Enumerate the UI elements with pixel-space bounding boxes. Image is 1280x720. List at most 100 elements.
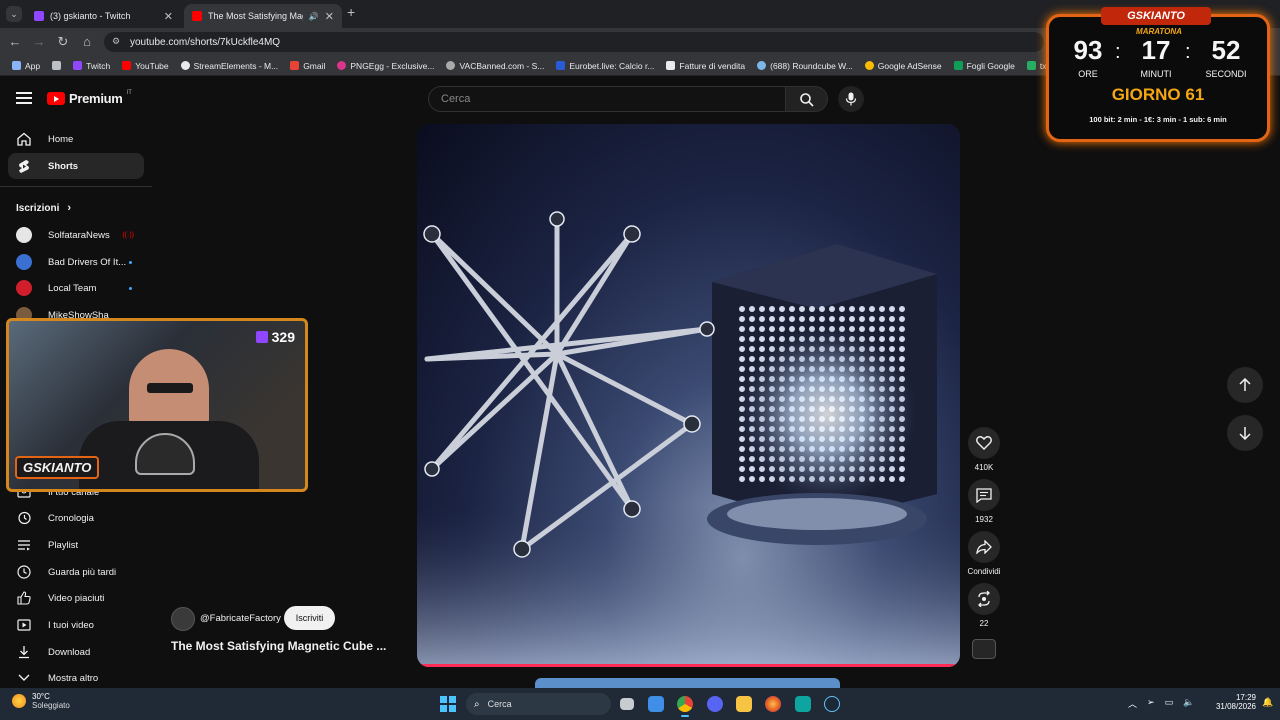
address-bar[interactable]: ⚙ youtube.com/shorts/7kUckfle4MQ <box>104 32 1044 52</box>
menu-icon[interactable] <box>16 92 32 104</box>
youtube-favicon-icon <box>192 11 202 21</box>
taskbar-search[interactable]: ⌕ Cerca <box>466 693 611 715</box>
heart-icon <box>976 436 992 450</box>
sun-icon <box>12 694 26 708</box>
like-button[interactable] <box>968 427 1000 459</box>
microsoft-store-icon[interactable] <box>648 696 664 712</box>
site-info-icon[interactable]: ⚙ <box>112 36 120 47</box>
sheets-icon <box>953 61 963 70</box>
start-button[interactable] <box>440 696 456 712</box>
sidebar-item-shorts[interactable]: Shorts <box>8 153 144 179</box>
sidebar-item-label: Mostra altro <box>48 672 99 684</box>
app-icon[interactable] <box>795 696 811 712</box>
steam-icon[interactable] <box>824 696 840 712</box>
system-tray[interactable]: ︿ ➢ ▭ 🔈 <box>1128 697 1194 710</box>
task-view-icon[interactable] <box>620 698 634 710</box>
location-icon[interactable]: ➢ <box>1147 697 1155 710</box>
firefox-icon[interactable] <box>765 696 781 712</box>
search-input[interactable]: Cerca <box>428 86 786 112</box>
discord-icon[interactable] <box>707 696 723 712</box>
chevron-down-icon: ⌄ <box>10 9 18 19</box>
sidebar-item-liked-videos[interactable]: Video piaciuti <box>8 585 144 611</box>
bookmark-gmail[interactable]: Gmail <box>286 61 329 71</box>
sidebar-item-history[interactable]: Cronologia <box>8 505 144 531</box>
new-tab-button[interactable]: + <box>347 4 355 20</box>
share-button[interactable] <box>968 531 1000 563</box>
subscription-item[interactable]: Bad Drivers Of It... <box>8 251 144 273</box>
video-progress-bar[interactable] <box>422 664 955 667</box>
invoice-icon <box>666 61 676 70</box>
comments-button[interactable] <box>968 479 1000 511</box>
bookmark-twitch[interactable]: Twitch <box>69 61 114 71</box>
close-icon[interactable]: ✕ <box>164 10 173 23</box>
channel-avatar <box>16 254 32 270</box>
bookmark-eurobet[interactable]: Eurobet.live: Calcio r... <box>552 61 658 71</box>
network-icon[interactable]: ▭ <box>1165 697 1174 710</box>
channel-avatar <box>16 280 32 296</box>
your-videos-icon <box>16 617 32 633</box>
weather-widget[interactable]: 30°C Soleggiato <box>12 692 70 710</box>
sidebar-item-label: Home <box>48 133 74 145</box>
history-icon <box>16 510 32 526</box>
twitch-favicon-icon <box>34 11 44 21</box>
back-button[interactable]: ← <box>7 34 23 50</box>
bookmark-grid[interactable] <box>48 61 65 70</box>
bookmark-vacbanned[interactable]: VACBanned.com - S... <box>442 61 548 71</box>
taskbar-active-indicator <box>681 715 689 717</box>
notification-bell-icon[interactable]: 🔔 <box>1262 697 1273 708</box>
browser-tab-youtube[interactable]: The Most Satisfying Magne 🔊 ✕ <box>184 4 342 28</box>
subscribe-button[interactable]: Iscriviti <box>284 606 335 630</box>
reload-button[interactable]: ↻ <box>55 34 71 50</box>
playlist-icon <box>16 537 32 553</box>
chevron-up-icon[interactable]: ︿ <box>1128 697 1137 710</box>
video-frame <box>417 211 960 667</box>
bookmark-fatture[interactable]: Fatture di vendita <box>662 61 749 71</box>
short-title[interactable]: The Most Satisfying Magnetic Cube ... <box>171 639 386 653</box>
channel-avatar[interactable] <box>171 607 195 631</box>
bookmark-roundcube[interactable]: (688) Roundcube W... <box>753 61 857 71</box>
browser-tab-twitch[interactable]: (3) gskianto - Twitch ✕ <box>26 4 181 28</box>
bookmark-youtube[interactable]: YouTube <box>118 61 172 71</box>
subscription-item[interactable]: SolfataraNews ((·)) <box>8 224 144 246</box>
forward-button[interactable]: → <box>31 34 47 50</box>
timer-seconds: 52 <box>1211 35 1241 65</box>
bookmark-streamelements[interactable]: StreamElements - M... <box>177 61 283 71</box>
apps-grid-icon <box>12 61 21 70</box>
bookmark-adsense[interactable]: Google AdSense <box>861 61 946 71</box>
chrome-icon[interactable] <box>677 696 693 712</box>
sidebar-item-watch-later[interactable]: Guarda più tardi <box>8 559 144 585</box>
sidebar-item-download[interactable]: Download <box>8 639 144 665</box>
sidebar-item-your-videos[interactable]: I tuoi video <box>8 612 144 638</box>
sidebar-item-playlist[interactable]: Playlist <box>8 532 144 558</box>
timer-hours: 93 <box>1073 35 1103 65</box>
remix-button[interactable] <box>968 583 1000 615</box>
file-explorer-icon[interactable] <box>736 696 752 712</box>
subscriptions-header[interactable]: Iscrizioni › <box>16 202 71 214</box>
next-short-button[interactable] <box>1227 415 1263 451</box>
audio-playing-icon[interactable]: 🔊 <box>309 12 319 21</box>
voice-search-button[interactable] <box>838 86 864 112</box>
sidebar-item-home[interactable]: Home <box>8 126 144 152</box>
subscription-item[interactable]: Local Team <box>8 277 144 299</box>
tab-search-button[interactable]: ⌄ <box>6 6 22 22</box>
bookmark-fogli[interactable]: Fogli Google <box>950 61 1019 71</box>
share-label: Condividi <box>967 567 1001 576</box>
google-icon <box>864 61 874 70</box>
search-button[interactable] <box>786 86 828 112</box>
home-button[interactable]: ⌂ <box>79 34 95 50</box>
weather-temperature: 30°C <box>32 692 50 701</box>
close-icon[interactable]: ✕ <box>325 10 334 23</box>
youtube-logo[interactable]: Premium IT <box>47 90 132 106</box>
bookmark-pngegg[interactable]: PNGEgg - Exclusive... <box>333 61 438 71</box>
audio-track-thumbnail[interactable] <box>972 639 996 659</box>
short-video-player[interactable] <box>417 124 960 667</box>
volume-icon[interactable]: 🔈 <box>1183 697 1194 710</box>
windows-taskbar <box>0 688 1280 720</box>
channel-handle[interactable]: @FabricateFactory <box>200 613 281 624</box>
clock[interactable]: 17:29 31/08/2026 <box>1200 693 1256 711</box>
shorts-icon <box>16 158 32 174</box>
bookmark-app[interactable]: App <box>8 61 44 71</box>
marathon-timer-overlay: GSKIANTO MARATONA 93 : 17 : 52 ORE MINUT… <box>1046 7 1270 142</box>
previous-short-button[interactable] <box>1227 367 1263 403</box>
sidebar-item-label: Guarda più tardi <box>48 566 117 578</box>
